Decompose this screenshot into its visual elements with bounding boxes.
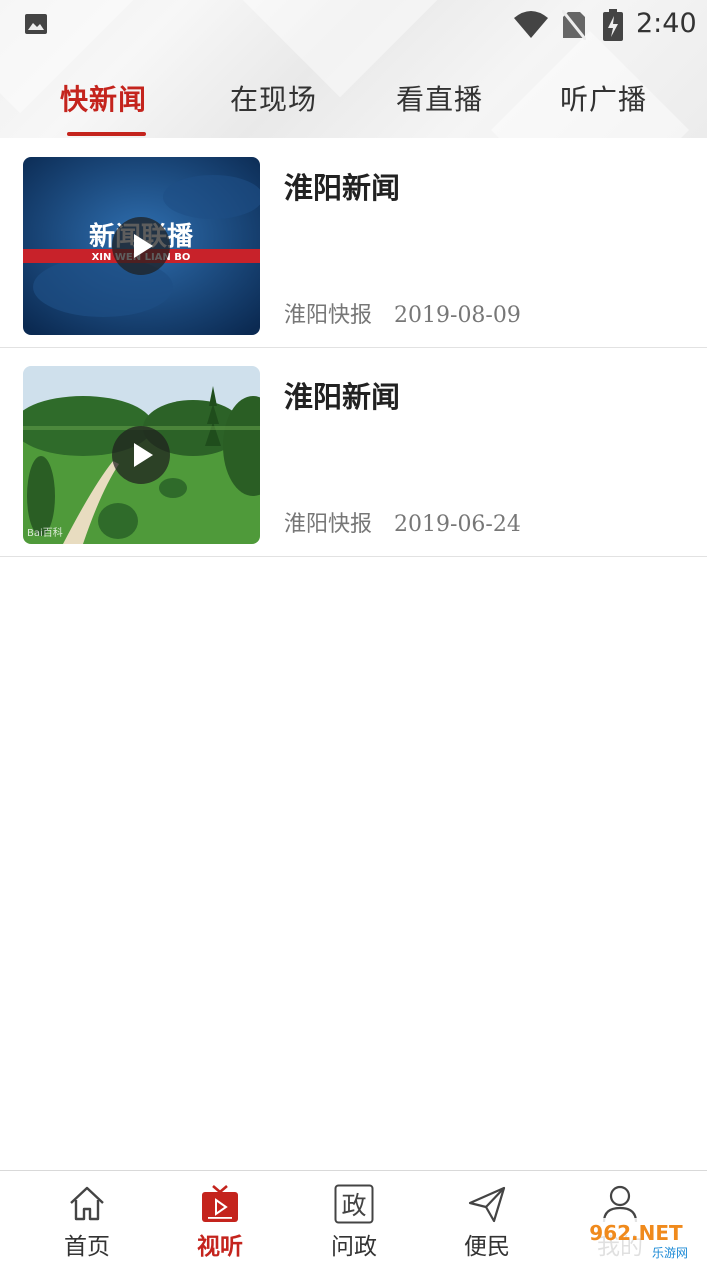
top-header: 2:40 快新闻 在现场 看直播 听广播 bbox=[0, 0, 707, 138]
tv-play-icon bbox=[202, 1185, 238, 1222]
play-icon[interactable] bbox=[112, 217, 170, 275]
video-thumbnail[interactable]: Bai百科 bbox=[23, 366, 260, 544]
tab-bar: 快新闻 在现场 看直播 听广播 bbox=[0, 70, 707, 138]
nav-home[interactable]: 首页 bbox=[37, 1171, 137, 1267]
tab-kan-zhibo[interactable]: 看直播 bbox=[396, 78, 483, 118]
news-list-item[interactable]: Bai百科 淮阳新闻 淮阳快报 2019-06-24 bbox=[0, 348, 707, 557]
svg-text:政: 政 bbox=[341, 1191, 366, 1220]
active-tab-indicator bbox=[67, 132, 146, 136]
nav-bianmin-label: 便民 bbox=[464, 1234, 510, 1260]
gallery-icon bbox=[25, 14, 47, 34]
status-time: 2:40 bbox=[636, 8, 697, 39]
news-meta: 淮阳快报 2019-08-09 bbox=[284, 297, 521, 329]
nav-wenzheng-label: 问政 bbox=[331, 1234, 377, 1260]
play-icon[interactable] bbox=[112, 426, 170, 484]
paper-plane-icon bbox=[468, 1186, 506, 1223]
nav-bianmin[interactable]: 便民 bbox=[437, 1171, 537, 1267]
news-list-item[interactable]: 新闻联播 XIN WEN LIAN BO 淮阳新闻 淮阳快报 2019-08-09 bbox=[0, 139, 707, 348]
news-meta: 淮阳快报 2019-06-24 bbox=[284, 506, 521, 538]
nav-wenzheng[interactable]: 政 问政 bbox=[304, 1171, 404, 1267]
wifi-icon bbox=[514, 11, 548, 38]
news-source: 淮阳快报 bbox=[284, 512, 373, 537]
news-date: 2019-06-24 bbox=[394, 512, 521, 537]
home-icon bbox=[70, 1186, 104, 1221]
tab-zai-xianchang[interactable]: 在现场 bbox=[230, 78, 317, 118]
zheng-box-icon: 政 bbox=[334, 1184, 374, 1224]
news-title[interactable]: 淮阳新闻 bbox=[284, 374, 400, 416]
news-date: 2019-08-09 bbox=[394, 303, 521, 328]
news-title[interactable]: 淮阳新闻 bbox=[284, 165, 400, 207]
site-watermark-logo: 962.NET 乐游网 bbox=[570, 1218, 702, 1262]
news-source: 淮阳快报 bbox=[284, 303, 373, 328]
nav-home-label: 首页 bbox=[64, 1234, 110, 1260]
nav-shiting[interactable]: 视听 bbox=[170, 1171, 270, 1267]
tab-kuai-xinwen[interactable]: 快新闻 bbox=[60, 78, 147, 118]
battery-charging-icon bbox=[603, 9, 623, 41]
svg-text:乐游网: 乐游网 bbox=[652, 1246, 688, 1260]
svg-text:Bai百科: Bai百科 bbox=[27, 526, 63, 539]
status-bar: 2:40 bbox=[0, 0, 707, 50]
video-thumbnail[interactable]: 新闻联播 XIN WEN LIAN BO bbox=[23, 157, 260, 335]
tab-ting-guangbo[interactable]: 听广播 bbox=[560, 78, 647, 118]
no-sim-icon bbox=[562, 10, 586, 40]
svg-text:962.NET: 962.NET bbox=[589, 1221, 683, 1245]
nav-shiting-label: 视听 bbox=[197, 1233, 243, 1260]
